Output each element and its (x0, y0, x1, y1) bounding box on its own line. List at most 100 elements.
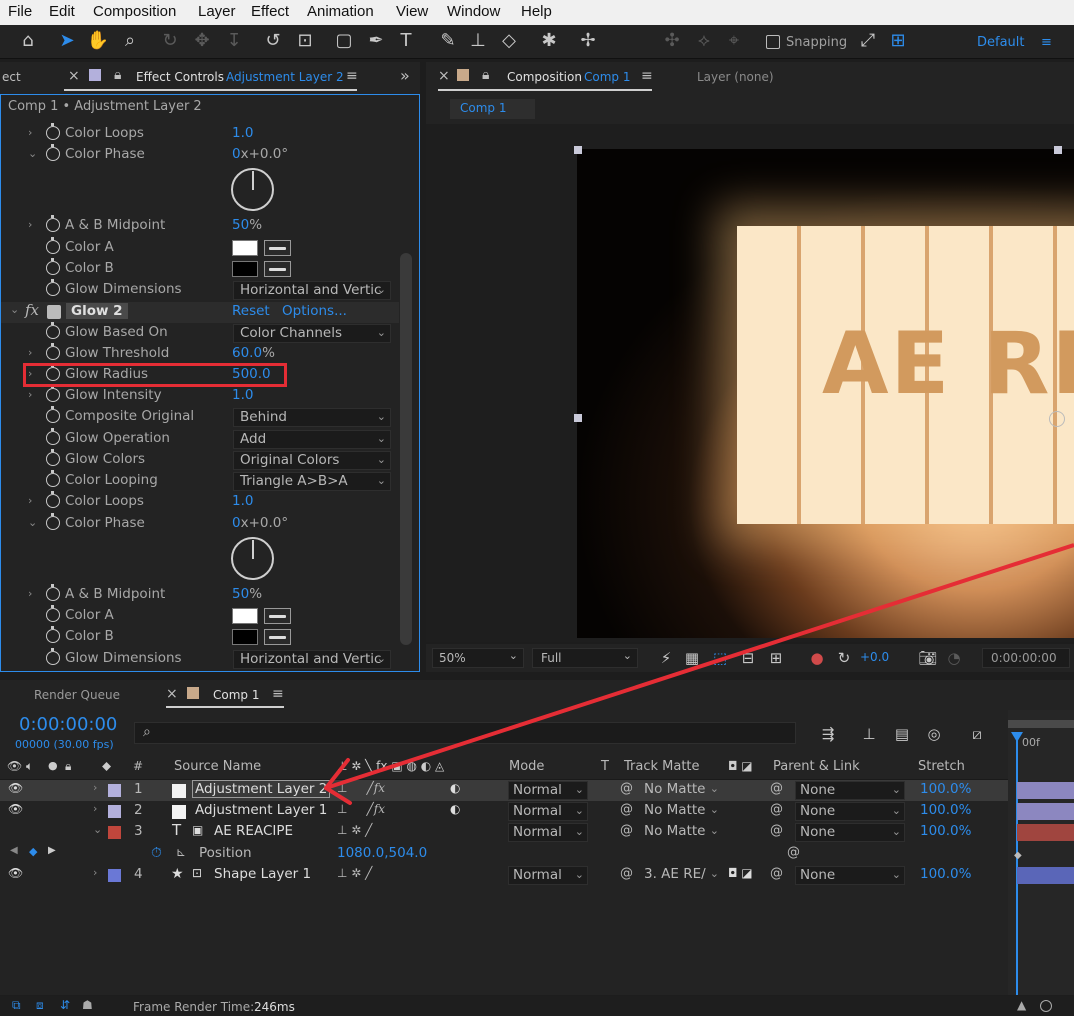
glow-operation-dropdown[interactable]: Add ⌄ (233, 430, 391, 449)
threshold-value[interactable]: 60.0 (232, 345, 262, 361)
stopwatch-icon[interactable] (46, 470, 60, 487)
source-name-column-header[interactable]: Source Name (174, 759, 261, 774)
solo-icon[interactable]: ● (48, 759, 58, 772)
label-color[interactable] (108, 784, 121, 797)
composition-tab[interactable]: Composition (507, 70, 582, 84)
audio-icon[interactable]: 🔈︎ (26, 759, 33, 774)
lock-icon[interactable]: 🔒︎ (114, 67, 121, 83)
property-value[interactable]: 0x+0.0° (232, 146, 288, 162)
track-matte-dropdown[interactable]: No Matte ⌄ (640, 781, 722, 800)
layer-switches[interactable]: ⊥ ✲ ╱ (337, 866, 372, 880)
eraser-tool-icon[interactable]: ◇ (497, 29, 521, 53)
motion-blur-icon[interactable]: ◎ (922, 722, 946, 746)
matte-mode-icons[interactable]: ◘ ◪ (728, 866, 753, 880)
stopwatch-icon[interactable] (46, 215, 60, 232)
layer-row-2[interactable]: 👁︎ › 2 Adjustment Layer 1 ⊥ ╱fx ◐ Normal… (0, 801, 1008, 822)
menu-animation[interactable]: Animation (307, 3, 374, 20)
property-row[interactable]: ⌄ Color Phase 0x+0.0° (1, 144, 399, 166)
resolution-dropdown[interactable]: Full ⌄ (532, 648, 638, 668)
property-row[interactable]: Color A (1, 605, 399, 627)
expression-pickwhip-icon[interactable]: @ (787, 845, 800, 860)
color-swatch[interactable] (232, 608, 258, 624)
layer-row-3[interactable]: ⌄ 3 T ▣ AE REACIPE ⊥ ✲ ╱ Normal ⌄ @ No Ma… (0, 821, 1008, 843)
pan-behind-tool-icon[interactable]: ⊡ (293, 29, 317, 53)
stopwatch-icon[interactable] (46, 626, 60, 643)
snap-edges-icon[interactable]: ⤢ (856, 29, 880, 53)
midpoint-value[interactable]: 50 (232, 586, 249, 602)
layer-switches[interactable]: ⊥ ╱fx (337, 802, 385, 816)
stopwatch-icon[interactable] (46, 144, 60, 161)
reset-link[interactable]: Reset (232, 303, 270, 319)
layer-bar-4[interactable] (1017, 867, 1074, 884)
graph-editor-icon[interactable]: ⧄ (965, 722, 989, 746)
parent-pickwhip-icon[interactable]: @ (770, 781, 783, 796)
label-column-icon[interactable]: ⬥ (102, 759, 111, 774)
stretch-value[interactable]: 100.0% (920, 802, 971, 818)
prev-keyframe-icon[interactable]: ◀ (10, 845, 18, 856)
parent-pickwhip-icon[interactable]: @ (770, 866, 783, 881)
twirl-closed-icon[interactable]: › (28, 218, 32, 231)
transform-handle[interactable] (574, 414, 582, 422)
color-looping-dropdown[interactable]: Triangle A>B>A ⌄ (233, 472, 391, 491)
timeline-comp-tab[interactable]: Comp 1 (213, 688, 259, 702)
layer-name[interactable]: Adjustment Layer 2 (192, 780, 331, 798)
eye-icon[interactable]: 👁︎ (8, 866, 23, 880)
color-swatch[interactable] (232, 240, 258, 256)
stretch-value[interactable]: 100.0% (920, 781, 971, 797)
revolutions-value[interactable]: 0 (232, 515, 241, 531)
menu-effect[interactable]: Effect (251, 3, 289, 20)
selection-tool-icon[interactable]: ➤ (55, 29, 79, 53)
snapshot-icon[interactable]: 📷︎ (916, 646, 940, 670)
parent-pickwhip-icon[interactable]: @ (770, 802, 783, 817)
render-queue-tab[interactable]: Render Queue (34, 688, 120, 702)
property-value[interactable]: 50% (232, 217, 262, 233)
effect-header-glow-2[interactable]: ⌄ fx Glow 2 Reset Options... (1, 301, 399, 323)
position-value[interactable]: 1080.0,504.0 (337, 845, 427, 861)
zoom-slider-handle[interactable] (1040, 1000, 1052, 1012)
menu-edit[interactable]: Edit (49, 3, 75, 20)
zoom-dropdown[interactable]: 50% ⌄ (432, 648, 524, 668)
adjustment-switch-icon[interactable]: ◐ (450, 781, 460, 795)
transparency-grid-icon[interactable]: ▦ (680, 646, 704, 670)
mode-dropdown[interactable]: Normal ⌄ (508, 802, 588, 821)
layer-row-4[interactable]: 👁︎ › 4 ★ ⊡ Shape Layer 1 ⊥ ✲ ╱ Normal ⌄ @… (0, 865, 1008, 886)
twirl-open-icon[interactable]: ⌄ (28, 147, 37, 160)
twirl-closed-icon[interactable]: › (28, 126, 32, 139)
eye-icon[interactable]: 👁︎ (8, 802, 23, 816)
parent-dropdown[interactable]: None ⌄ (795, 823, 905, 842)
workspace-menu-icon[interactable]: ≡ (1041, 35, 1052, 50)
twirl-closed-icon[interactable]: › (28, 388, 32, 401)
close-tab-icon[interactable]: × (438, 68, 450, 84)
eye-icon[interactable]: 👁︎ (8, 781, 23, 795)
layer-bar-3[interactable] (1017, 824, 1074, 841)
panel-menu-icon[interactable]: ≡ (346, 68, 358, 84)
property-row[interactable]: ⌄ Color Phase 0x+0.0° (1, 513, 399, 535)
matte-pickwhip-icon[interactable]: @ (620, 823, 633, 838)
type-tool-icon[interactable]: T (394, 29, 418, 53)
stretch-value[interactable]: 100.0% (920, 823, 971, 839)
twirl-closed-icon[interactable]: › (93, 802, 97, 815)
property-value[interactable]: 1.0 (232, 387, 253, 403)
parent-pickwhip-icon[interactable]: @ (770, 823, 783, 838)
eyedropper-icon[interactable] (264, 240, 291, 256)
fast-preview-icon[interactable]: ⚡ (654, 646, 678, 670)
glow-based-on-dropdown[interactable]: Color Channels ⌄ (233, 324, 391, 343)
keyframe-icon[interactable]: ◆ (1014, 850, 1022, 861)
fx-icon[interactable]: fx (25, 301, 39, 319)
label-color[interactable] (108, 869, 121, 882)
label-color[interactable] (108, 826, 121, 839)
glow-dimensions-dropdown[interactable]: Horizontal and Vertic ⌄ (233, 650, 391, 669)
frame-blending-icon[interactable]: ▤ (890, 722, 914, 746)
menu-file[interactable]: File (8, 3, 32, 20)
layer-switches[interactable]: ⊥ ✲ ╱ (337, 823, 372, 837)
collab-icon[interactable]: ☗ (82, 998, 93, 1012)
panel-menu-icon[interactable]: ≡ (272, 686, 284, 702)
revolutions-value[interactable]: 0 (232, 146, 241, 162)
layer-row-1[interactable]: 👁︎ › 1 Adjustment Layer 2 ⊥ ╱fx ◐ Normal… (0, 780, 1008, 801)
twirl-closed-icon[interactable]: › (93, 866, 97, 879)
property-row[interactable]: Glow Dimensions Horizontal and Vertic ⌄ (1, 648, 399, 670)
previous-tab-partial[interactable]: ect (2, 70, 21, 84)
next-keyframe-icon[interactable]: ▶ (48, 845, 56, 856)
stopwatch-icon[interactable] (46, 123, 60, 140)
home-icon[interactable]: ⌂ (16, 29, 40, 53)
